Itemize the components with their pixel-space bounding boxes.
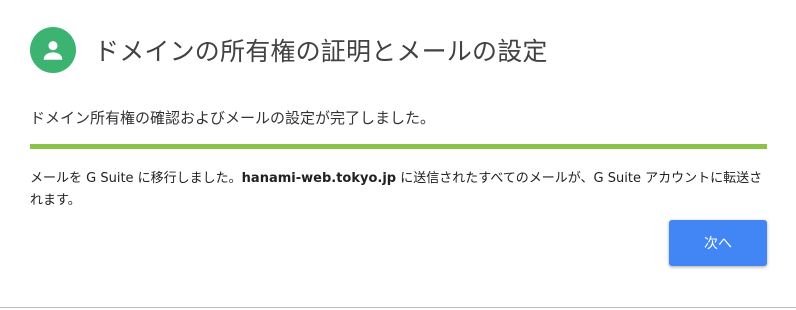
progress-fill xyxy=(30,144,767,149)
divider xyxy=(0,307,796,308)
migration-message: メールを G Suite に移行しました。hanami-web.tokyo.jp… xyxy=(30,168,775,212)
domain-name: hanami-web.tokyo.jp xyxy=(241,171,397,186)
next-button[interactable]: 次へ xyxy=(669,220,767,266)
avatar xyxy=(30,27,76,73)
message-text-before: メールを G Suite に移行しました。 xyxy=(30,171,242,186)
setup-card: ドメインの所有権の証明とメールの設定 ドメイン所有権の確認およびメールの設定が完… xyxy=(0,0,796,310)
page-title: ドメインの所有権の証明とメールの設定 xyxy=(94,37,548,66)
card-header: ドメインの所有権の証明とメールの設定 xyxy=(30,27,548,73)
status-text: ドメイン所有権の確認およびメールの設定が完了しました。 xyxy=(30,109,436,127)
progress-bar xyxy=(30,144,767,149)
person-icon xyxy=(43,41,63,60)
